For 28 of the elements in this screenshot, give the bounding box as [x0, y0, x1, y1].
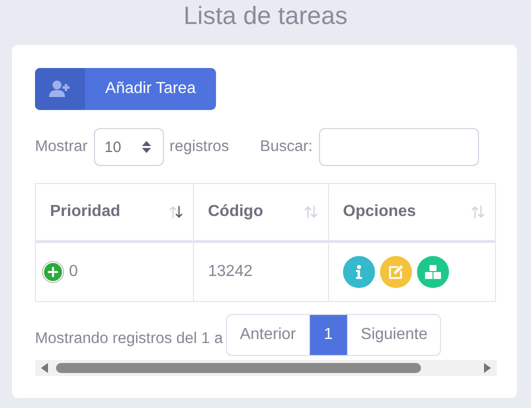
records-info: Mostrando registros del 1 a — [35, 330, 223, 348]
scrollbar[interactable] — [35, 360, 497, 376]
boxes-button[interactable] — [417, 256, 449, 288]
table-cell: 0 — [69, 263, 78, 281]
column-header[interactable]: Opciones — [328, 184, 496, 242]
edit-icon — [389, 265, 403, 279]
scrollbar-thumb[interactable] — [56, 363, 421, 373]
info-button[interactable] — [343, 256, 375, 288]
page-link[interactable]: 1 — [308, 315, 347, 355]
table-cell: 13242 — [208, 263, 252, 280]
right-arrow-icon — [484, 363, 491, 373]
page-link[interactable]: Siguiente — [346, 315, 440, 355]
user-plus-icon — [49, 80, 71, 98]
column-header[interactable]: Prioridad — [36, 184, 194, 242]
page-title: Lista de tareas — [182, 1, 348, 32]
expand-icon[interactable] — [42, 261, 64, 283]
add-task-button[interactable]: Añadir Tarea — [35, 68, 216, 110]
column-header[interactable]: Código — [194, 184, 328, 242]
search-field[interactable] — [318, 128, 479, 166]
search-label: Buscar: — [260, 138, 313, 156]
updown-icon — [142, 141, 151, 153]
page-size-select[interactable]: 10 — [94, 128, 164, 166]
info-icon — [356, 265, 362, 279]
show-label: Mostrar — [35, 138, 88, 156]
records-label: registros — [170, 138, 229, 156]
left-arrow-icon — [41, 363, 48, 373]
boxes-icon — [425, 265, 441, 279]
edit-button[interactable] — [380, 256, 412, 288]
